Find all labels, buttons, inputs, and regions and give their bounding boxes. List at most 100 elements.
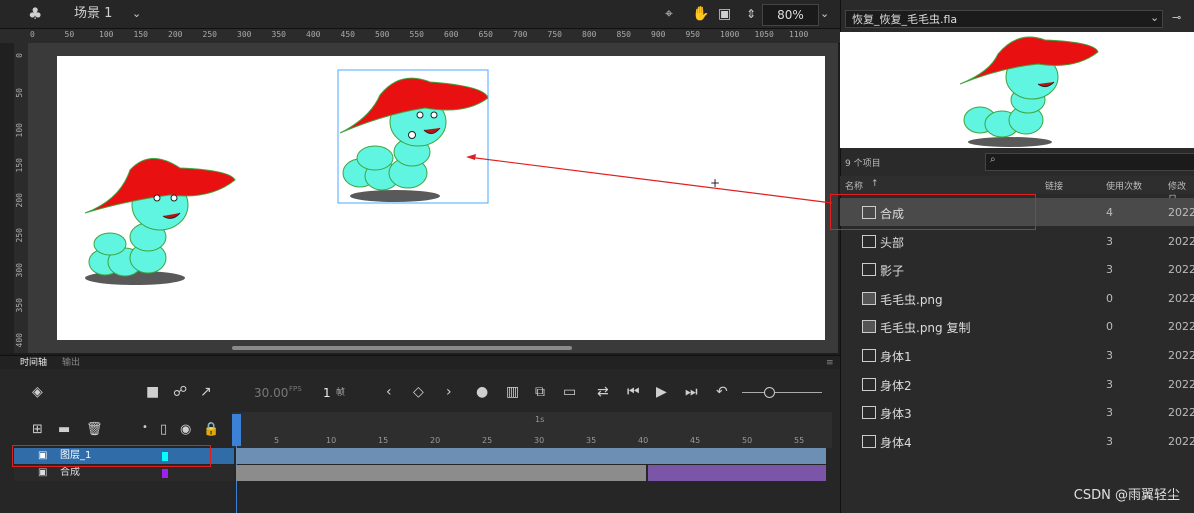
frame-number: 45 [690,436,701,445]
library-item-uses: 3 [1106,263,1113,277]
insert-keyframe-icon[interactable]: ◇ [413,384,424,400]
pin-icon[interactable]: ⊸ [1172,11,1181,24]
frame-ruler[interactable]: 5 10 15 20 25 30 35 40 45 50 55 [232,412,832,448]
movieclip-icon [862,263,876,277]
frame-number: 30 [534,436,545,445]
library-item-uses: 0 [1106,320,1113,334]
library-item[interactable]: 毛毛虫.png 复制 0 2022 [840,312,1194,340]
fps-value[interactable]: 30.00 [254,386,288,400]
library-item-name: 身体4 [880,435,912,450]
tab-output[interactable]: 输出 [62,356,80,370]
copy-frames-icon[interactable]: ⧉ [535,384,545,400]
library-item-uses: 3 [1106,349,1113,362]
frame-number: 15 [378,436,389,445]
bitmap-icon [862,291,876,305]
rewind-icon[interactable]: ↶ [716,384,728,400]
outline-icon[interactable]: ▯ [160,422,167,437]
preview-artwork [959,36,1099,147]
layer-name[interactable]: 合成 [60,465,80,481]
annotation-arrow: + [466,154,833,204]
column-linkage[interactable]: 链接 [1045,179,1063,192]
library-item[interactable]: 身体2 3 2022 [840,370,1194,398]
highlight-dot-icon[interactable]: • [142,422,148,433]
frame-number: 55 [794,436,805,445]
camera-icon[interactable]: ■ [146,384,159,400]
loop-icon[interactable]: ⇄ [597,384,609,400]
graph-icon[interactable]: ↗ [200,384,212,400]
layer-1-frames[interactable] [236,448,826,464]
layer-row-2[interactable]: ▣ 合成 [14,465,234,481]
prev-keyframe-icon[interactable]: ‹ [386,384,392,400]
frame-number: 50 [742,436,753,445]
sort-up-icon[interactable]: ↑ [871,179,879,189]
frame-number: 40 [638,436,649,445]
frame-number: 5 [274,436,280,445]
library-item[interactable]: 毛毛虫.png 0 2022 [840,284,1194,312]
layer-2-frames[interactable] [236,465,646,481]
library-item-uses: 4 [1106,206,1113,219]
onion-skin-icon[interactable]: ● [476,384,488,400]
column-use-count[interactable]: 使用次数 [1106,179,1142,192]
frame-unit: 帧 [336,388,346,398]
add-layer-icon[interactable]: ⊞ [32,422,43,437]
watermark: CSDN @雨翼轻尘 [1073,488,1180,503]
frame-value[interactable]: 1 [323,386,331,400]
library-item-name: 头部 [880,235,905,250]
next-keyframe-icon[interactable]: › [446,384,452,400]
edit-multiple-icon[interactable]: ▥ [506,384,519,400]
library-item-date: 2022 [1168,320,1194,334]
tab-timeline[interactable]: 时间轴 [20,356,47,370]
library-item-date: 2022 [1168,206,1194,219]
library-item[interactable]: 头部 3 2022 [840,227,1194,255]
column-name[interactable]: 名称 [845,179,863,192]
play-icon[interactable]: ▶ [656,384,667,400]
library-item-date: 2022 [1168,263,1194,277]
caterpillar-selected[interactable] [337,69,489,204]
visibility-icon[interactable]: ◉ [180,422,191,437]
library-item-uses: 0 [1106,291,1113,305]
library-item-date: 2022 [1168,434,1194,448]
movieclip-icon [862,406,876,420]
step-back-icon[interactable]: ⏮ [627,384,640,400]
library-item-count: 9 个项目 [845,159,881,169]
annotation-box-layer [12,445,211,467]
library-item[interactable]: 身体4 3 2022 [840,427,1194,455]
library-item[interactable]: 影子 3 2022 [840,255,1194,283]
trash-icon[interactable]: 🗑 [86,422,103,437]
library-item-uses: 3 [1106,434,1113,448]
library-item[interactable]: 身体3 3 2022 [840,398,1194,426]
layers-icon[interactable]: ◈ [32,384,43,400]
stage-scrollbar[interactable] [232,346,572,350]
step-forward-icon[interactable]: ⏭ [685,384,698,400]
playhead[interactable] [232,414,241,446]
movieclip-icon [862,349,876,362]
library-item-date: 2022 [1168,349,1194,362]
library-item-date: 2022 [1168,406,1194,420]
library-file-select[interactable]: 恢复_恢复_毛毛虫.fla [845,10,1163,28]
zoom-slider-handle[interactable] [764,387,775,398]
layer-color-swatch[interactable] [162,469,168,478]
library-item-date: 2022 [1168,291,1194,305]
layer-2-tween[interactable] [648,465,826,481]
chevron-down-icon[interactable]: ⌄ [1150,11,1159,24]
frame-number: 10 [326,436,337,445]
library-item-name: 影子 [880,264,905,279]
paste-frames-icon[interactable]: ▭ [563,384,576,400]
parenting-icon[interactable]: ☍ [173,384,187,400]
second-marker: 1s [535,415,545,424]
movieclip-icon [862,377,876,391]
timeline-tabs: 时间轴 输出 ≡ [0,355,840,370]
library-item[interactable]: 身体1 3 2022 [840,341,1194,369]
library-item-name: 身体1 [880,350,912,364]
library-search-input[interactable] [985,153,1194,171]
panel-menu-icon[interactable]: ≡ [826,356,834,370]
library-item-name: 身体2 [880,378,912,393]
zoom-slider[interactable] [742,392,822,393]
movieclip-icon [862,234,876,248]
frame-number: 35 [586,436,597,445]
search-icon: ⌕ [990,154,996,165]
lock-icon[interactable]: 🔒 [203,422,219,437]
caterpillar-left[interactable] [84,158,236,285]
folder-icon[interactable]: ▬ [58,422,70,437]
library-item-uses: 3 [1106,377,1113,391]
